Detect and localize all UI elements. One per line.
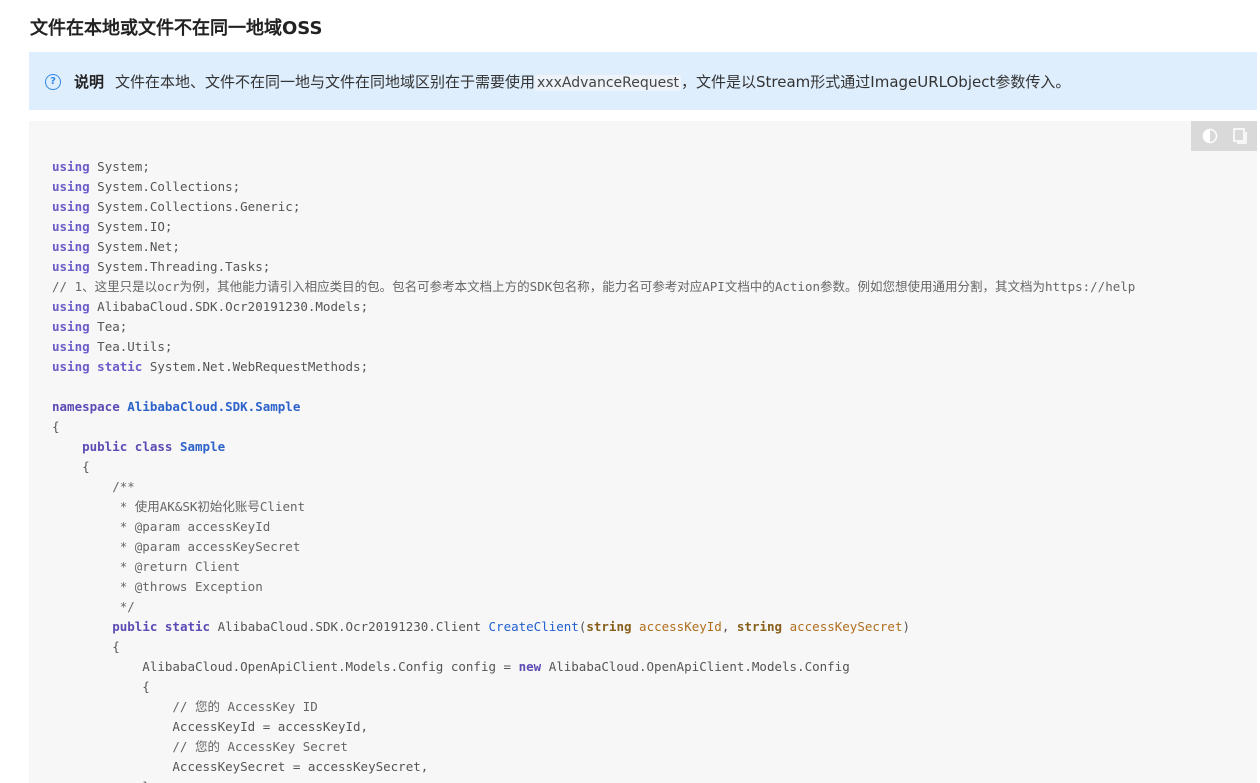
code-line: using System.Threading.Tasks; xyxy=(52,259,271,274)
code-line: // 您的 AccessKey Secret xyxy=(52,739,348,754)
code-line: }; xyxy=(52,779,157,783)
code-line: using Tea.Utils; xyxy=(52,339,173,354)
code-line: { xyxy=(52,639,120,654)
code-line: */ xyxy=(52,599,135,614)
code-line: using System; xyxy=(52,159,150,174)
code-line: { xyxy=(52,679,150,694)
code-line: public class Sample xyxy=(82,439,226,454)
code-line: /** xyxy=(52,479,135,494)
code-line: using Tea; xyxy=(52,319,128,334)
theme-toggle-icon[interactable] xyxy=(1201,127,1219,145)
copy-icon[interactable] xyxy=(1231,127,1249,145)
code-block: using System; using System.Collections; … xyxy=(29,121,1257,783)
code-line: using static System.Net.WebRequestMethod… xyxy=(52,359,369,374)
code-line: * @return Client xyxy=(52,559,241,574)
code-line: using System.Collections.Generic; xyxy=(52,199,301,214)
code-line: // 1、这里只是以ocr为例，其他能力请引入相应类目的包。包名可参考本文档上方… xyxy=(52,279,1136,294)
code-line: using AlibabaCloud.SDK.Ocr20191230.Model… xyxy=(52,299,369,314)
code-line: using System.Collections; xyxy=(52,179,241,194)
code-line: * @throws Exception xyxy=(52,579,263,594)
code-line: * 使用AK&SK初始化账号Client xyxy=(52,499,306,514)
note-text-after: ，文件是以Stream形式通过ImageURLObject参数传入。 xyxy=(681,73,1071,91)
code-line: AccessKeySecret = accessKeySecret, xyxy=(52,759,429,774)
code-line: namespace AlibabaCloud.SDK.Sample xyxy=(52,399,301,414)
code-content: using System; using System.Collections; … xyxy=(52,157,1135,783)
section-heading: 文件在本地或文件不在同一地域OSS xyxy=(30,18,323,39)
code-line: { xyxy=(52,459,90,474)
note-text: 文件在本地、文件不在同一地与文件在同地域区别在于需要使用 xxxAdvanceRe… xyxy=(115,71,1070,92)
note-title: 说明 xyxy=(74,73,105,91)
code-line: using System.Net; xyxy=(52,239,180,254)
code-line: AccessKeyId = accessKeyId, xyxy=(52,719,369,734)
code-line: { xyxy=(52,419,60,434)
question-circle-icon: ? xyxy=(45,74,61,90)
note-text-before: 文件在本地、文件不在同一地与文件在同地域区别在于需要使用 xyxy=(115,73,536,91)
note-callout: ? 说明 文件在本地、文件不在同一地与文件在同地域区别在于需要使用 xxxAdva… xyxy=(29,52,1257,110)
inline-code: xxxAdvanceRequest xyxy=(535,75,682,91)
code-line: // 您的 AccessKey ID xyxy=(52,699,318,714)
code-line: AlibabaCloud.OpenApiClient.Models.Config… xyxy=(52,659,850,674)
code-line: using System.IO; xyxy=(52,219,173,234)
code-toolbar xyxy=(1191,121,1257,151)
code-line: public static AlibabaCloud.SDK.Ocr201912… xyxy=(112,619,911,634)
code-line: * @param accessKeyId xyxy=(52,519,271,534)
code-line: * @param accessKeySecret xyxy=(52,539,301,554)
